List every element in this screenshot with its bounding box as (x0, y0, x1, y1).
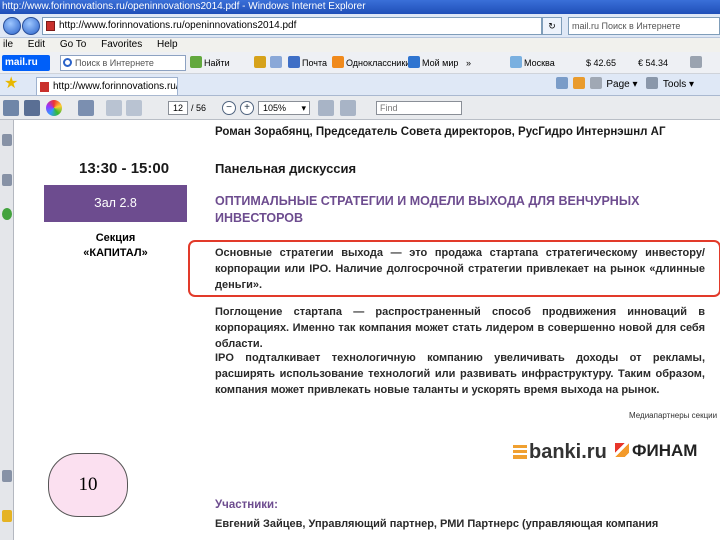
paragraph-exit-strategies: Основные стратегии выхода — это продажа … (215, 247, 705, 291)
zoom-select[interactable]: 105% ▾ (258, 101, 310, 115)
hall-badge: Зал 2.8 (44, 185, 187, 222)
menu-file[interactable]: ile (3, 39, 13, 50)
address-url: http://www.forinnovations.ru/openinnovat… (59, 20, 297, 31)
pdf-find-input[interactable]: Find (376, 101, 462, 115)
menu-edit[interactable]: Edit (28, 39, 45, 50)
window-title: http://www.forinnovations.ru/openinnovat… (0, 0, 720, 14)
find-button-label: Найти (204, 58, 230, 68)
back-button[interactable] (3, 17, 21, 35)
finam-logo-mark (615, 443, 629, 457)
toolbar-search-placeholder: Поиск в Интернете (75, 58, 154, 68)
zoom-in-button[interactable]: + (240, 101, 254, 115)
toolbar-settings-icon[interactable] (690, 55, 704, 71)
mail-icon (288, 56, 300, 68)
panel-title: Панельная дискуссия (215, 161, 357, 176)
tab-title: http://www.forinnovations.ru/openinnovat… (53, 81, 178, 92)
tab-pdf[interactable]: http://www.forinnovations.ru/openinnovat… (36, 77, 178, 95)
refresh-button[interactable]: ↻ (542, 17, 562, 35)
section-label: Секция «КАПИТАЛ» (44, 231, 187, 261)
chevron-down-icon: ▾ (301, 103, 306, 113)
zoom-out-button[interactable]: − (222, 101, 236, 115)
weather-city: Москва (524, 58, 555, 68)
zoom-value: 105% (263, 103, 287, 113)
search-icon (63, 58, 72, 67)
address-bar[interactable]: http://www.forinnovations.ru/openinnovat… (42, 17, 542, 35)
tools-icon (646, 77, 659, 89)
print-icon[interactable] (589, 77, 602, 89)
fit-width-icon[interactable] (340, 100, 356, 116)
banki-logo-mark (513, 445, 527, 459)
print-icon[interactable] (3, 100, 19, 116)
feeds-icon[interactable] (572, 77, 585, 89)
home-icon[interactable] (556, 77, 568, 89)
eur-rate[interactable]: € 54.34 (638, 55, 668, 71)
forward-button[interactable] (22, 17, 40, 35)
command-bar: Page ▾ Tools ▾ (556, 77, 694, 93)
document-icon[interactable] (270, 55, 284, 71)
odnoklassniki-icon (332, 56, 344, 68)
browser-search-input[interactable]: mail.ru Поиск в Интернете (568, 17, 720, 35)
hand-tool-icon[interactable] (78, 100, 94, 116)
toolbar-odnoklassniki-label: Одноклассники (346, 58, 411, 68)
find-button[interactable]: Найти (190, 55, 230, 71)
moimir-icon (408, 56, 420, 68)
session-time: 13:30 - 15:00 (79, 160, 170, 177)
toolbar-moimir[interactable]: Мой мир (408, 55, 458, 71)
toolbar-odnoklassniki[interactable]: Одноклассники (332, 55, 410, 71)
banki-logo: banki.ru (513, 441, 607, 464)
toolbar-moimir-label: Мой мир (422, 58, 459, 68)
down-arrow-icon[interactable] (126, 100, 142, 116)
pdf-page-icon (46, 21, 55, 31)
participant-entry: Евгений Зайцев, Управляющий партнер, РМИ… (215, 518, 659, 530)
tools-menu[interactable]: Tools (663, 79, 686, 90)
mailru-toolbar: mail.ru Поиск в Интернете Найти Почта Од… (0, 52, 720, 74)
page-count: / 56 (191, 103, 207, 113)
toolbar-search-input[interactable]: Поиск в Интернете (60, 55, 186, 71)
menu-bar: ile Edit Go To Favorites Help (0, 38, 720, 52)
section-label-line-1: Секция (95, 232, 136, 244)
signatures-icon[interactable] (2, 208, 12, 220)
fit-page-icon[interactable] (318, 100, 334, 116)
slide-number-badge: 10 (48, 453, 128, 517)
media-partners-label: Медиапартнеры секции (629, 411, 718, 420)
finam-logo: ФИНАМ (615, 441, 697, 461)
section-label-line-2: «КАПИТАЛ» (83, 247, 148, 259)
bookmarks-icon[interactable] (2, 174, 12, 186)
pdf-toolbar: 12 / 56 − + 105% ▾ Find (0, 96, 720, 120)
paragraph-acquisition: Поглощение стартапа — распространенный с… (215, 306, 705, 350)
session-headline: ОПТИМАЛЬНЫЕ СТРАТЕГИИ И МОДЕЛИ ВЫХОДА ДЛ… (215, 194, 640, 225)
tab-row: ★ http://www.forinnovations.ru/openinnov… (0, 74, 720, 96)
toolbar-more-button[interactable]: » (466, 55, 471, 71)
address-row: http://www.forinnovations.ru/openinnovat… (0, 14, 720, 38)
usd-rate[interactable]: $ 42.65 (586, 55, 616, 71)
paragraph-ipo: IPO подталкивает технологичную компанию … (215, 352, 705, 396)
menu-help[interactable]: Help (157, 39, 178, 50)
toolbar-mail-label: Почта (302, 58, 327, 68)
save-icon[interactable] (24, 100, 40, 116)
page-menu[interactable]: Page (606, 79, 629, 90)
menu-favorites[interactable]: Favorites (101, 39, 142, 50)
favorites-star-icon[interactable]: ★ (4, 76, 20, 92)
collaborate-icon[interactable] (46, 100, 62, 116)
pdf-navigation-pane (0, 120, 14, 540)
toolbar-mail[interactable]: Почта (288, 55, 327, 71)
weather-widget[interactable]: Москва (510, 55, 555, 71)
mailru-logo[interactable]: mail.ru (2, 55, 50, 71)
up-arrow-icon[interactable] (106, 100, 122, 116)
banki-logo-text: banki.ru (529, 441, 607, 463)
pencil-icon[interactable] (254, 55, 268, 71)
page-number-input[interactable]: 12 (168, 101, 188, 115)
attachments-icon[interactable] (2, 470, 12, 482)
comments-icon[interactable] (2, 510, 12, 522)
chart-icon (190, 56, 202, 68)
menu-goto[interactable]: Go To (60, 39, 87, 50)
pdf-tab-icon (40, 82, 49, 92)
weather-icon (510, 56, 522, 68)
participants-heading: Участники: (215, 499, 278, 511)
pages-icon[interactable] (2, 134, 12, 146)
speaker-line: Роман Зорабянц, Председатель Совета дире… (215, 126, 666, 138)
finam-logo-text: ФИНАМ (632, 441, 698, 460)
